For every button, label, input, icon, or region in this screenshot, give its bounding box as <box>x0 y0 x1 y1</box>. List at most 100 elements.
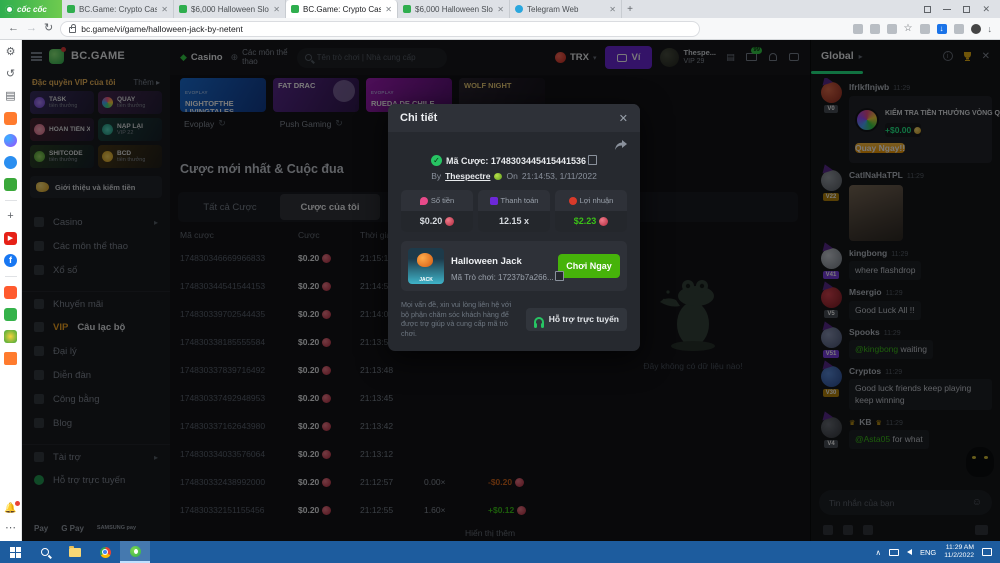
adblock-icon[interactable] <box>920 24 930 34</box>
address-field[interactable]: bc.game/vi/game/halloween-jack-by-netent <box>60 21 700 37</box>
translate-icon[interactable] <box>870 24 880 34</box>
window-controls: ✕ <box>914 0 1000 18</box>
new-tab-button[interactable]: + <box>622 0 638 18</box>
urlbar-icons: ☆ ↓ ↓ <box>853 24 992 34</box>
live-support-button[interactable]: Hỗ trợ trực tuyến <box>526 308 627 331</box>
tab-search-icon[interactable] <box>924 6 931 13</box>
support-note-row: Mọi vấn đề, xin vui lòng liên hệ với bộ … <box>401 300 627 339</box>
bet-detail-modal: Chi tiết ✕ ✓ Mã Cược: 174830344541544153… <box>388 104 640 351</box>
zalo-icon[interactable] <box>4 156 17 169</box>
tab-favicon <box>291 5 299 13</box>
bcgame-site: BC.GAME Đặc quyền VIP của tôi Thêm ▸ TAS… <box>22 40 1000 541</box>
tv-app-icon[interactable] <box>4 286 17 299</box>
sidebar-divider <box>5 276 17 277</box>
profile-avatar-icon[interactable] <box>971 24 981 34</box>
file-explorer-icon[interactable] <box>60 541 90 563</box>
network-icon[interactable] <box>889 549 899 556</box>
save-page-icon[interactable] <box>853 24 863 34</box>
close-window-button[interactable]: ✕ <box>982 4 990 15</box>
game-id-row: Mã Trò chơi: 17237b7a266... <box>451 273 551 282</box>
tab-title: BC.Game: Crypto Casino Gan <box>79 5 157 14</box>
tab-title: $6,000 Halloween Slot Battl <box>191 5 269 14</box>
copy-icon[interactable] <box>557 273 564 281</box>
verified-check-icon: ✓ <box>431 155 442 166</box>
windows-taskbar: ∧ ENG 11:29 AM 11/2/2022 <box>0 541 1000 563</box>
tab-close-icon[interactable]: ✕ <box>273 5 280 14</box>
action-center-icon[interactable] <box>982 548 992 556</box>
modal-close-icon[interactable]: ✕ <box>619 112 628 125</box>
copy-icon[interactable] <box>590 157 597 165</box>
reload-icon[interactable]: ↻ <box>44 23 53 34</box>
screen: cốc cốc BC.Game: Crypto Casino Gan ✕ $6,… <box>0 0 1000 563</box>
coccoc-taskbar-icon[interactable] <box>120 541 150 563</box>
newsfeed-icon[interactable]: ▤ <box>4 90 17 103</box>
settings-gear-icon[interactable]: ⚙ <box>4 46 17 59</box>
tab-close-icon[interactable]: ✕ <box>385 5 392 14</box>
taskbar-clock[interactable]: 11:29 AM 11/2/2022 <box>944 544 974 560</box>
sync-icon[interactable] <box>954 24 964 34</box>
support-note: Mọi vấn đề, xin vui lòng liên hệ với bộ … <box>401 300 518 339</box>
browser-tab[interactable]: BC.Game: Crypto Casino Gan ✕ <box>286 0 398 18</box>
history-icon[interactable]: ↺ <box>4 68 17 81</box>
start-button[interactable] <box>0 541 30 563</box>
stat-label: Số tiền <box>405 196 469 205</box>
on-label: On <box>506 171 517 181</box>
downloads-icon[interactable]: ↓ <box>988 24 993 34</box>
more-options-icon[interactable]: ⋯ <box>4 522 17 535</box>
tray-time: 11:29 AM <box>946 544 974 552</box>
notification-dot <box>15 501 20 506</box>
youtube-icon[interactable]: ▶ <box>4 232 17 245</box>
support-label: Hỗ trợ trực tuyến <box>549 314 619 324</box>
extension-icon[interactable] <box>887 24 897 34</box>
coccoc-brand[interactable]: cốc cốc <box>0 0 62 18</box>
volume-icon[interactable] <box>907 549 912 555</box>
market-app-icon[interactable] <box>4 330 17 343</box>
game-title: Halloween Jack <box>451 256 522 267</box>
lock-icon <box>69 27 76 33</box>
messenger-icon[interactable] <box>4 134 17 147</box>
stat-icon <box>420 197 428 205</box>
minimize-button[interactable] <box>943 9 951 10</box>
taskbar-search-icon[interactable] <box>30 541 60 563</box>
hot-crown-icon[interactable] <box>4 112 17 125</box>
gift-app-icon[interactable] <box>4 308 17 321</box>
play-now-button[interactable]: Chơi Ngay <box>558 254 620 278</box>
browser-tab[interactable]: BC.Game: Crypto Casino Gan ✕ <box>62 0 174 18</box>
stat-icon <box>569 197 577 205</box>
tab-favicon <box>515 5 523 13</box>
tab-close-icon[interactable]: ✕ <box>497 5 504 14</box>
stat-label: Lợi nhuận <box>559 196 623 205</box>
forward-icon[interactable]: → <box>26 23 37 34</box>
game-thumbnail[interactable]: JACK <box>408 248 444 284</box>
stat-icon <box>490 197 498 205</box>
tab-favicon <box>179 5 187 13</box>
chrome-taskbar-icon[interactable] <box>90 541 120 563</box>
stat-value: 12.15 x <box>478 211 550 232</box>
cart-app-icon[interactable] <box>4 352 17 365</box>
game-card: JACK Halloween Jack Mã Trò chơi: 17237b7… <box>401 241 627 291</box>
system-tray: ∧ ENG 11:29 AM 11/2/2022 <box>876 544 1000 560</box>
gem-token-icon <box>599 217 608 226</box>
tab-close-icon[interactable]: ✕ <box>609 5 616 14</box>
facebook-icon[interactable]: f <box>4 254 17 267</box>
games-icon[interactable] <box>4 178 17 191</box>
maximize-button[interactable] <box>963 6 970 13</box>
keyboard-language[interactable]: ENG <box>920 548 936 557</box>
browser-tab[interactable]: Telegram Web ✕ <box>510 0 622 18</box>
tab-close-icon[interactable]: ✕ <box>161 5 168 14</box>
share-icon[interactable] <box>615 140 627 151</box>
browser-tab[interactable]: $6,000 Halloween Slot Battl ✕ <box>174 0 286 18</box>
back-icon[interactable]: ← <box>8 23 19 34</box>
tray-expand-icon[interactable]: ∧ <box>876 548 882 557</box>
author-username-link[interactable]: Thespectre <box>445 171 490 181</box>
bookmark-star-icon[interactable]: ☆ <box>904 24 913 34</box>
tabbar-spacer <box>638 0 914 18</box>
stat-box: Số tiền $0.20 <box>401 190 473 232</box>
bet-author-row: By Thespectre On 21:14:53, 1/11/2022 <box>401 171 627 181</box>
stat-label: Thanh toán <box>482 196 546 205</box>
add-shortcut-icon[interactable]: + <box>4 210 17 223</box>
browser-tab[interactable]: $6,000 Halloween Slot Battl ✕ <box>398 0 510 18</box>
download-manager-icon[interactable]: ↓ <box>937 24 947 34</box>
sidebar-divider <box>5 200 17 201</box>
notifications-bell-icon[interactable]: 🔔 <box>4 503 16 514</box>
